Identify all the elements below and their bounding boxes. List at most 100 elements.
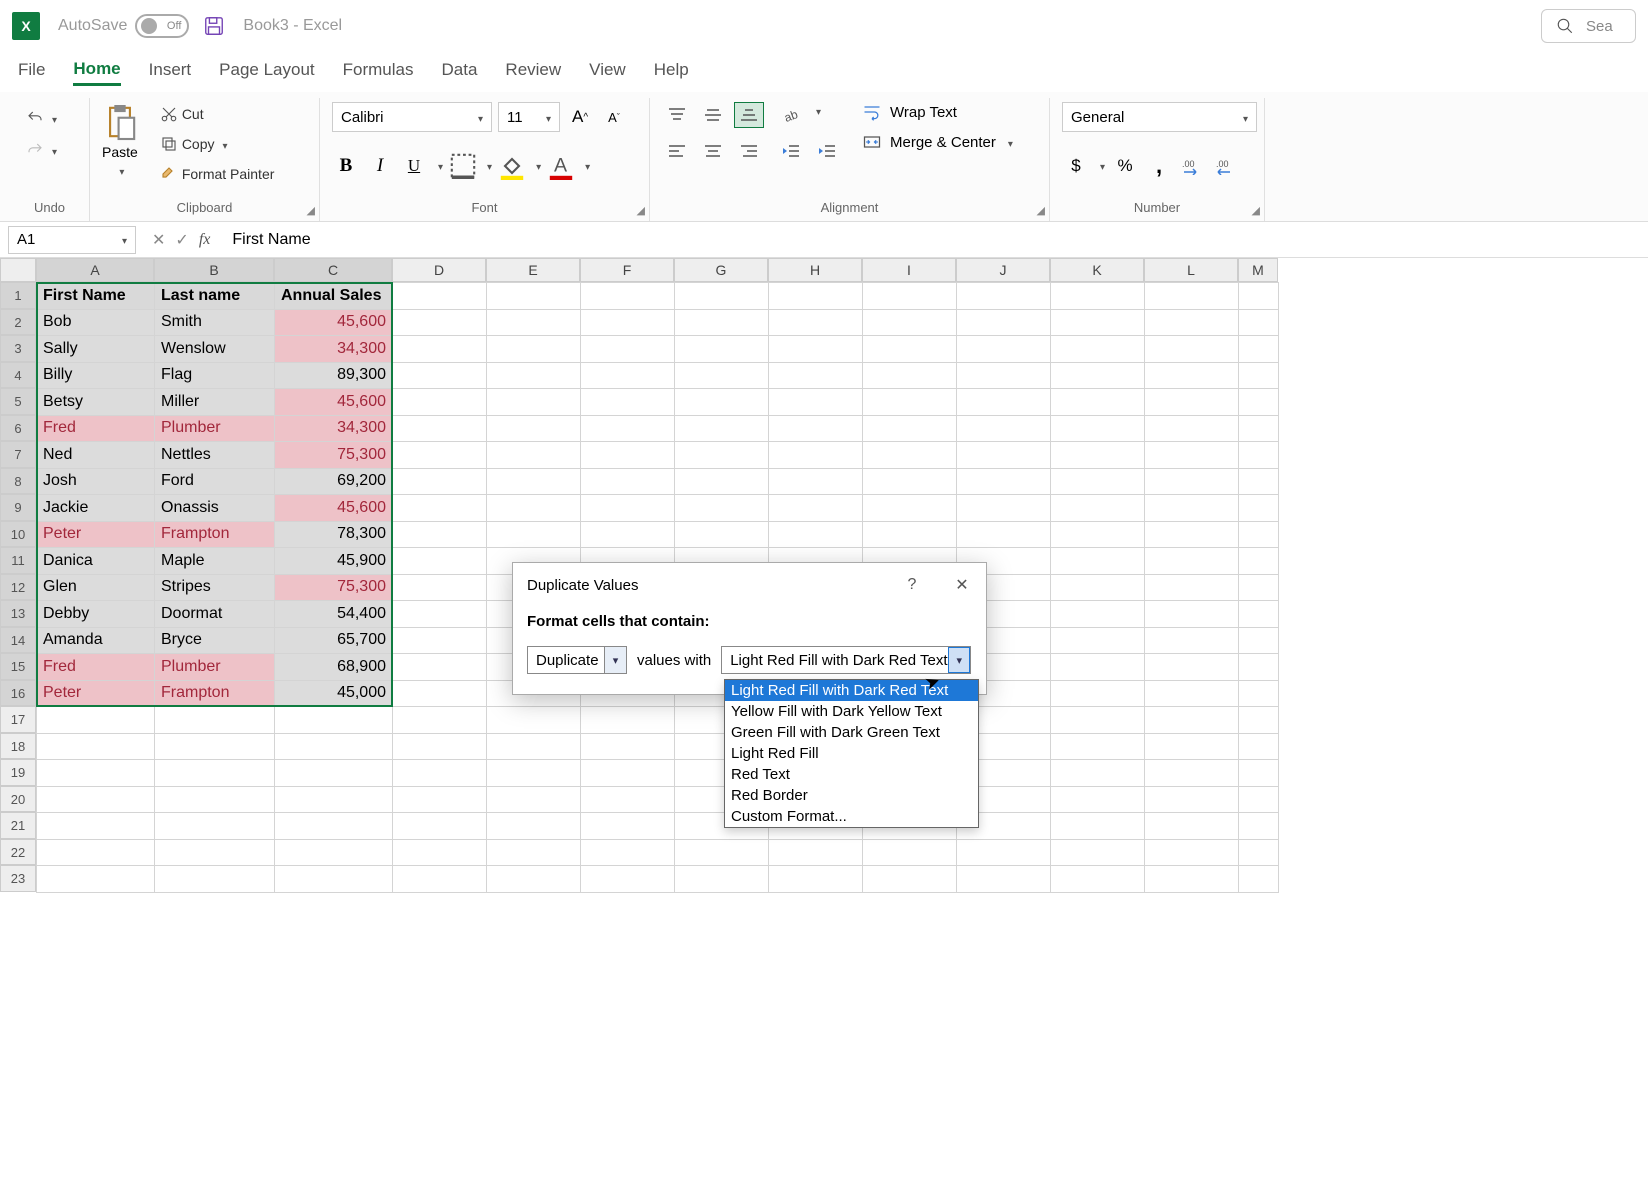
cell-A6[interactable]: Fred xyxy=(37,415,155,442)
cell-I8[interactable] xyxy=(863,468,957,495)
cell-J6[interactable] xyxy=(957,415,1051,442)
menu-formulas[interactable]: Formulas xyxy=(343,60,414,84)
copy-button[interactable]: Copy xyxy=(156,132,279,156)
cell-F7[interactable] xyxy=(581,442,675,469)
cell-K4[interactable] xyxy=(1051,362,1145,389)
cell-M19[interactable] xyxy=(1239,760,1279,787)
cell-C9[interactable]: 45,600 xyxy=(275,495,393,522)
cell-M9[interactable] xyxy=(1239,495,1279,522)
cell-A2[interactable]: Bob xyxy=(37,309,155,336)
cell-J5[interactable] xyxy=(957,389,1051,416)
cell-A18[interactable] xyxy=(37,733,155,760)
row-header-3[interactable]: 3 xyxy=(0,335,36,362)
cell-D21[interactable] xyxy=(393,813,487,840)
cell-G4[interactable] xyxy=(675,362,769,389)
cell-K18[interactable] xyxy=(1051,733,1145,760)
cell-G1[interactable] xyxy=(675,283,769,310)
cell-I22[interactable] xyxy=(863,839,957,866)
cell-C6[interactable]: 34,300 xyxy=(275,415,393,442)
cell-K19[interactable] xyxy=(1051,760,1145,787)
cell-G5[interactable] xyxy=(675,389,769,416)
cell-D12[interactable] xyxy=(393,574,487,601)
cell-K16[interactable] xyxy=(1051,680,1145,707)
cell-B10[interactable]: Frampton xyxy=(155,521,275,548)
cell-D13[interactable] xyxy=(393,601,487,628)
cell-D23[interactable] xyxy=(393,866,487,893)
align-right-button[interactable] xyxy=(734,138,764,164)
font-color-button[interactable]: A xyxy=(547,152,575,180)
dropdown-option[interactable]: Yellow Fill with Dark Yellow Text xyxy=(725,701,978,722)
cell-H22[interactable] xyxy=(769,839,863,866)
align-left-button[interactable] xyxy=(662,138,692,164)
cell-E4[interactable] xyxy=(487,362,581,389)
cell-H23[interactable] xyxy=(769,866,863,893)
cell-H8[interactable] xyxy=(769,468,863,495)
cell-F5[interactable] xyxy=(581,389,675,416)
cell-M7[interactable] xyxy=(1239,442,1279,469)
menu-insert[interactable]: Insert xyxy=(149,60,192,84)
cell-J2[interactable] xyxy=(957,309,1051,336)
row-header-20[interactable]: 20 xyxy=(0,786,36,813)
row-header-17[interactable]: 17 xyxy=(0,706,36,733)
cell-I1[interactable] xyxy=(863,283,957,310)
cell-E9[interactable] xyxy=(487,495,581,522)
cell-L15[interactable] xyxy=(1145,654,1239,681)
search-input[interactable]: Sea xyxy=(1541,9,1636,43)
cell-K15[interactable] xyxy=(1051,654,1145,681)
row-header-1[interactable]: 1 xyxy=(0,282,36,309)
cell-E1[interactable] xyxy=(487,283,581,310)
cell-M6[interactable] xyxy=(1239,415,1279,442)
cell-D2[interactable] xyxy=(393,309,487,336)
row-header-12[interactable]: 12 xyxy=(0,574,36,601)
cell-F22[interactable] xyxy=(581,839,675,866)
cell-K7[interactable] xyxy=(1051,442,1145,469)
cell-G22[interactable] xyxy=(675,839,769,866)
cell-A5[interactable]: Betsy xyxy=(37,389,155,416)
cell-F21[interactable] xyxy=(581,813,675,840)
cell-G6[interactable] xyxy=(675,415,769,442)
cell-H4[interactable] xyxy=(769,362,863,389)
cell-D16[interactable] xyxy=(393,680,487,707)
dialog-launcher-icon[interactable]: ◢ xyxy=(307,204,315,217)
chevron-down-icon[interactable] xyxy=(581,157,590,175)
cell-G10[interactable] xyxy=(675,521,769,548)
cell-B6[interactable]: Plumber xyxy=(155,415,275,442)
cell-L1[interactable] xyxy=(1145,283,1239,310)
cell-A17[interactable] xyxy=(37,707,155,734)
cell-B17[interactable] xyxy=(155,707,275,734)
cell-A1[interactable]: First Name xyxy=(37,283,155,310)
cell-K9[interactable] xyxy=(1051,495,1145,522)
row-header-7[interactable]: 7 xyxy=(0,441,36,468)
formula-input[interactable]: First Name xyxy=(218,231,1648,249)
cell-A13[interactable]: Debby xyxy=(37,601,155,628)
cell-L11[interactable] xyxy=(1145,548,1239,575)
row-header-19[interactable]: 19 xyxy=(0,759,36,786)
dropdown-option[interactable]: Custom Format... xyxy=(725,806,978,827)
cell-B9[interactable]: Onassis xyxy=(155,495,275,522)
cell-M22[interactable] xyxy=(1239,839,1279,866)
decrease-decimal-button[interactable]: .00 xyxy=(1213,152,1241,180)
cell-A19[interactable] xyxy=(37,760,155,787)
cell-B18[interactable] xyxy=(155,733,275,760)
menu-file[interactable]: File xyxy=(18,60,45,84)
duplicate-type-combo[interactable]: Duplicate ▾ xyxy=(527,646,627,674)
cell-L19[interactable] xyxy=(1145,760,1239,787)
cell-J8[interactable] xyxy=(957,468,1051,495)
cell-L21[interactable] xyxy=(1145,813,1239,840)
column-header-E[interactable]: E xyxy=(486,258,580,282)
cell-L10[interactable] xyxy=(1145,521,1239,548)
cell-A8[interactable]: Josh xyxy=(37,468,155,495)
comma-format-button[interactable]: , xyxy=(1145,152,1173,180)
cell-F17[interactable] xyxy=(581,707,675,734)
cell-K12[interactable] xyxy=(1051,574,1145,601)
increase-decimal-button[interactable]: .00 xyxy=(1179,152,1207,180)
increase-font-button[interactable]: A^ xyxy=(566,103,594,131)
cell-B14[interactable]: Bryce xyxy=(155,627,275,654)
cell-A21[interactable] xyxy=(37,813,155,840)
cell-K6[interactable] xyxy=(1051,415,1145,442)
cell-K11[interactable] xyxy=(1051,548,1145,575)
row-header-15[interactable]: 15 xyxy=(0,653,36,680)
bold-button[interactable]: B xyxy=(332,152,360,180)
cell-D14[interactable] xyxy=(393,627,487,654)
cell-B20[interactable] xyxy=(155,786,275,813)
